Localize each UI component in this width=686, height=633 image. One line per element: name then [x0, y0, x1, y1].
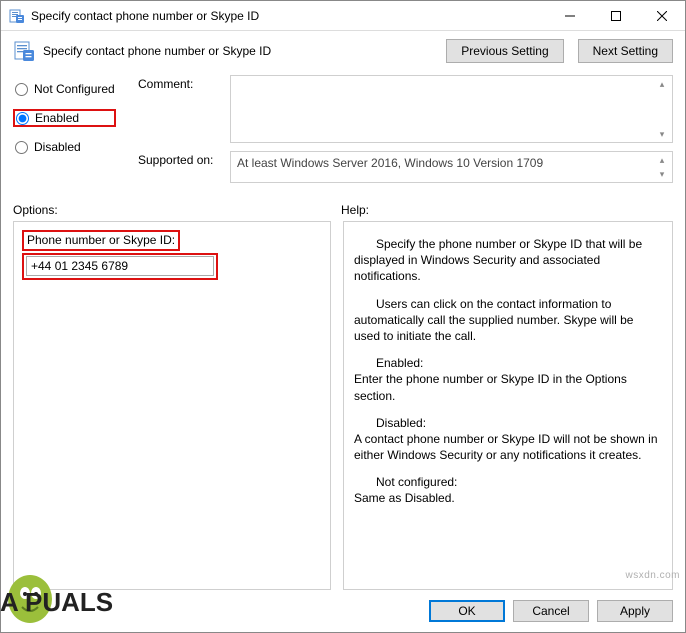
option-field-label-highlight: Phone number or Skype ID: [22, 230, 180, 251]
help-enabled-body: Enter the phone number or Skype ID in th… [354, 371, 662, 403]
help-disabled-head: Disabled: [354, 415, 662, 431]
supported-on-value: At least Windows Server 2016, Windows 10… [237, 156, 543, 170]
help-notconfig-body: Same as Disabled. [354, 490, 662, 506]
phone-or-skype-input[interactable] [26, 256, 214, 276]
radio-not-configured-input[interactable] [15, 83, 28, 96]
document-icon [13, 40, 35, 62]
titlebar: Specify contact phone number or Skype ID [1, 1, 685, 31]
options-header: Options: [13, 203, 341, 217]
comment-row: Comment: ▴ ▾ [138, 75, 673, 143]
help-header: Help: [341, 203, 369, 217]
dialog-window: Specify contact phone number or Skype ID [0, 0, 686, 633]
window-controls [547, 1, 685, 30]
help-notconfig-head: Not configured: [354, 474, 662, 490]
window-title: Specify contact phone number or Skype ID [31, 9, 547, 23]
close-button[interactable] [639, 1, 685, 30]
help-paragraph-1: Specify the phone number or Skype ID tha… [354, 236, 662, 285]
option-field-input-highlight [22, 253, 218, 280]
option-field-label: Phone number or Skype ID: [27, 233, 175, 247]
radio-enabled-input[interactable] [16, 112, 29, 125]
comment-textarea[interactable]: ▴ ▾ [230, 75, 673, 143]
panes: Phone number or Skype ID: Specify the ph… [13, 221, 673, 590]
watermark-site: wsxdn.com [625, 570, 680, 581]
supported-on-box: At least Windows Server 2016, Windows 10… [230, 151, 673, 183]
field-column: Comment: ▴ ▾ Supported on: At least Wind… [138, 75, 673, 191]
apply-button[interactable]: Apply [597, 600, 673, 622]
radio-disabled[interactable]: Disabled [13, 139, 128, 155]
supported-label: Supported on: [138, 151, 230, 183]
radio-not-configured-label: Not Configured [34, 82, 115, 96]
ok-button[interactable]: OK [429, 600, 505, 622]
help-enabled-head: Enabled: [354, 355, 662, 371]
comment-label: Comment: [138, 75, 230, 143]
radio-enabled[interactable]: Enabled [13, 109, 116, 127]
radio-not-configured[interactable]: Not Configured [13, 81, 128, 97]
policy-icon [9, 8, 25, 24]
supported-row: Supported on: At least Windows Server 20… [138, 151, 673, 183]
next-setting-button[interactable]: Next Setting [578, 39, 673, 63]
lower-headers: Options: Help: [13, 203, 673, 217]
cancel-button[interactable]: Cancel [513, 600, 589, 622]
button-bar: OK Cancel Apply [1, 590, 685, 632]
previous-setting-button[interactable]: Previous Setting [446, 39, 563, 63]
help-disabled-body: A contact phone number or Skype ID will … [354, 431, 662, 463]
comment-scroll-up-icon[interactable]: ▴ [652, 76, 672, 92]
comment-scroll-down-icon[interactable]: ▾ [652, 126, 672, 142]
minimize-button[interactable] [547, 1, 593, 30]
radio-disabled-label: Disabled [34, 140, 81, 154]
maximize-button[interactable] [593, 1, 639, 30]
supported-scroll-down-icon[interactable]: ▾ [652, 166, 672, 182]
config-area: Not Configured Enabled Disabled Comment:… [1, 67, 685, 197]
help-pane: Specify the phone number or Skype ID tha… [343, 221, 673, 590]
dialog-subtitle: Specify contact phone number or Skype ID [43, 44, 432, 58]
options-pane: Phone number or Skype ID: [13, 221, 331, 590]
radio-disabled-input[interactable] [15, 141, 28, 154]
state-radio-group: Not Configured Enabled Disabled [13, 75, 128, 191]
lower-area: Options: Help: Phone number or Skype ID:… [1, 197, 685, 590]
help-paragraph-2: Users can click on the contact informati… [354, 296, 662, 345]
header-row: Specify contact phone number or Skype ID… [1, 31, 685, 67]
radio-enabled-label: Enabled [35, 111, 79, 125]
